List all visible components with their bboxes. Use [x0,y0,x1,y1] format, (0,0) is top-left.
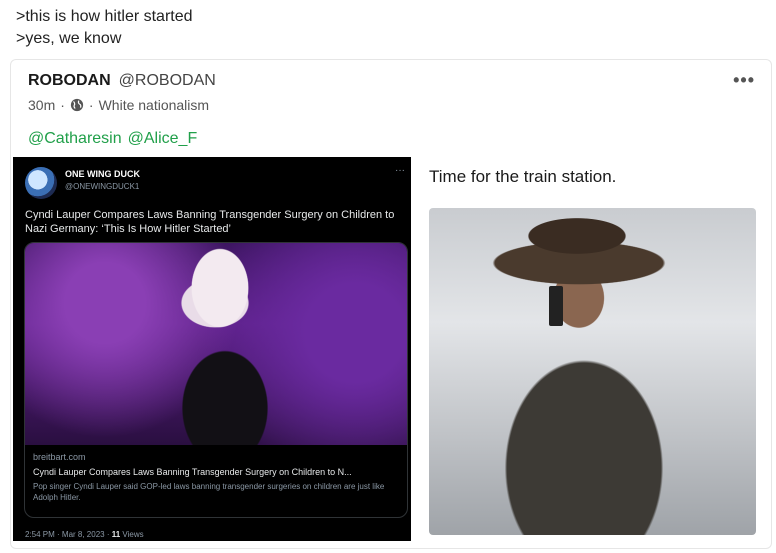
embed-more-icon: ··· [395,165,405,176]
post-meta: 30m · · White nationalism [28,97,209,113]
card-title: Cyndi Lauper Compares Laws Banning Trans… [33,467,352,477]
embed-views-count: 11 [111,530,121,539]
globe-icon [70,98,84,112]
photo-detail [549,286,563,326]
mention-link[interactable]: @Alice_F [128,130,198,148]
post-caption: Time for the train station. [429,167,617,186]
embed-author-name: ONE WING DUCK [65,169,140,179]
embedded-tweet-image[interactable]: ONE WING DUCK @ONEWINGDUCK1 ··· Cyndi La… [13,157,411,541]
more-options-icon[interactable]: ••• [733,70,755,91]
author-handle[interactable]: @ROBODAN [119,72,216,90]
embed-link-card: breitbart.com Cyndi Lauper Compares Laws… [24,242,408,518]
post-photo[interactable] [429,208,756,535]
author-name[interactable]: ROBODAN [28,72,111,90]
card-description: Pop singer Cyndi Lauper said GOP-led law… [33,482,385,502]
embed-views-label: Views [120,530,144,539]
mentions: @Catharesin @Alice_F [28,130,197,148]
meta-separator: · [88,97,94,113]
meta-separator: · [60,97,65,113]
embed-card-body: breitbart.com Cyndi Lauper Compares Laws… [25,445,407,517]
post-card: ROBODAN @ROBODAN ••• 30m · · White natio… [10,59,772,549]
embed-tweet-text: Cyndi Lauper Compares Laws Banning Trans… [25,209,395,235]
greentext-line-2: >yes, we know [16,30,122,47]
embed-footer: 2:54 PM · Mar 8, 2023 · 11 Views [25,530,144,539]
post-header: ROBODAN @ROBODAN [28,72,216,90]
post-category[interactable]: White nationalism [99,97,210,113]
avatar [25,167,57,199]
embed-timestamp: 2:54 PM · Mar 8, 2023 · [25,530,112,539]
greentext-block: >this is how hitler started >yes, we kno… [16,6,193,50]
post-time[interactable]: 30m [28,97,55,113]
mention-link[interactable]: @Catharesin [28,130,122,148]
embed-author-handle: @ONEWINGDUCK1 [65,182,140,191]
embed-photo [25,243,407,445]
card-domain: breitbart.com [33,452,86,462]
greentext-line-1: >this is how hitler started [16,8,193,25]
